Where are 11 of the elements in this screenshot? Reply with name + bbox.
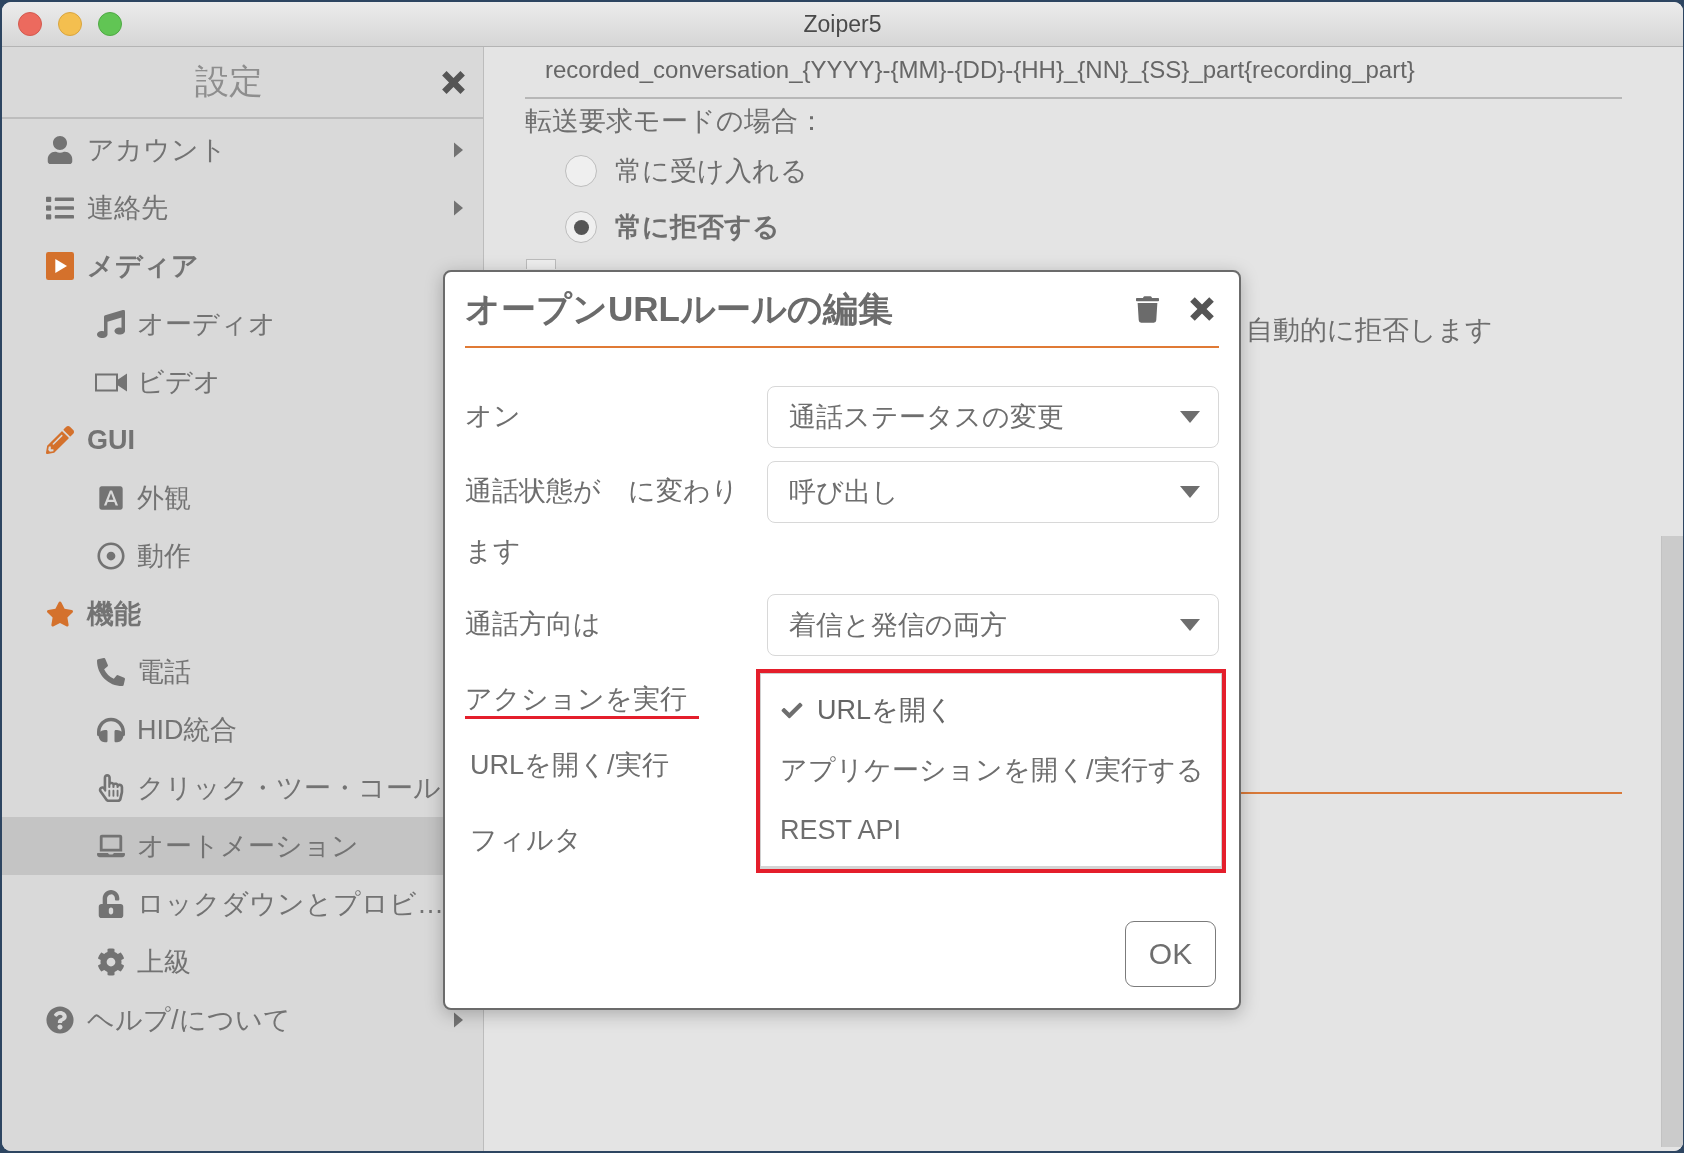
option-label: 常に受け入れる — [615, 155, 808, 188]
field-label: オン — [465, 400, 521, 433]
checkbox-label: 自動的に拒否します — [1246, 314, 1493, 347]
field-label: 通話方向は — [465, 608, 601, 641]
group-label: 転送要求モードの場合： — [525, 105, 825, 138]
dialog-title: オープンURLルールの編集 — [465, 287, 893, 330]
field-label: アクションを実行 — [465, 682, 699, 719]
option-label: 常に拒否する — [615, 211, 780, 244]
window-title: Zoiper5 — [803, 10, 882, 38]
sidebar-title: 設定 — [194, 61, 263, 102]
field-label: URLを開く/実行 — [469, 748, 669, 782]
